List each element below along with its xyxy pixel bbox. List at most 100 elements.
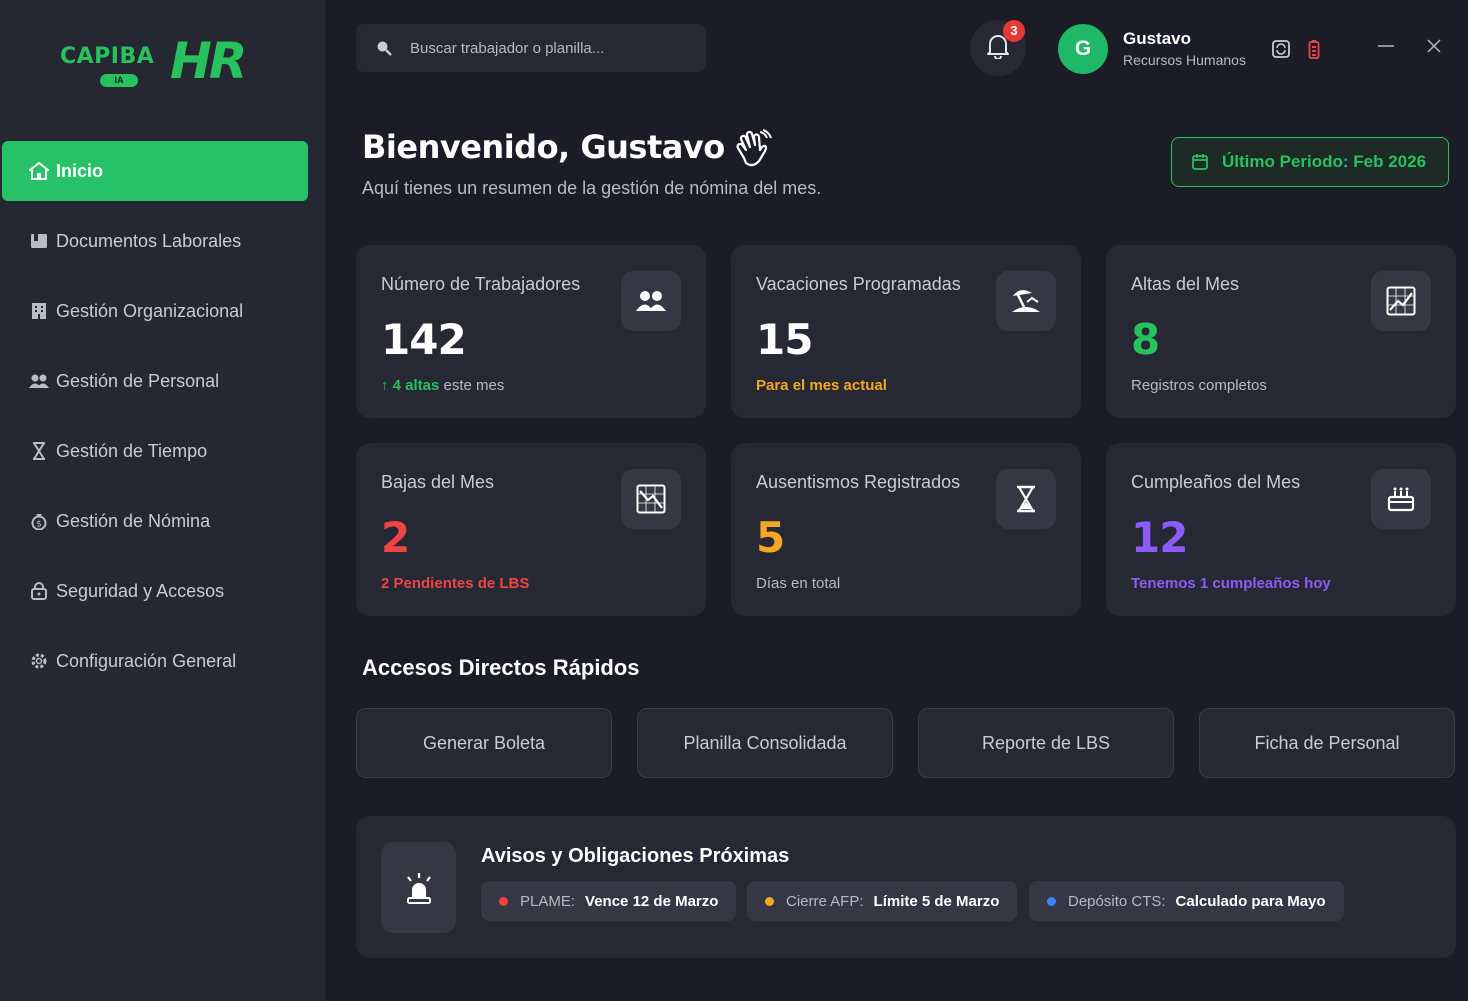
chart-up-icon <box>1371 271 1431 331</box>
card-title: Ausentismos Registrados <box>756 472 961 492</box>
page-subtitle: Aquí tienes un resumen de la gestión de … <box>362 178 822 198</box>
sidebar-item-label: Configuración General <box>56 650 237 671</box>
reporte-lbs-button[interactable]: Reporte de LBS <box>918 708 1174 778</box>
sidebar-item-label: Gestión de Tiempo <box>56 440 208 461</box>
notices-panel: Avisos y Obligaciones Próximas PLAME: Ve… <box>356 816 1456 958</box>
brand-mark: HR <box>170 32 247 90</box>
search-input[interactable] <box>410 39 690 57</box>
page-title: Bienvenido, Gustavo <box>362 128 725 166</box>
card-value: 5 <box>756 513 785 562</box>
card-subtitle: Tenemos 1 cumpleaños hoy <box>1131 575 1331 592</box>
period-button[interactable]: Último Periodo: Feb 2026 <box>1171 137 1449 187</box>
sidebar-item-configuracion[interactable]: Configuración General <box>2 631 308 691</box>
sidebar-item-label: Gestión de Nómina <box>56 510 211 531</box>
generar-boleta-button[interactable]: Generar Boleta <box>356 708 612 778</box>
card-sub-rest: Días en total <box>756 575 841 592</box>
notice-cts: Depósito CTS: Calculado para Mayo <box>1029 881 1344 921</box>
sidebar-item-label: Documentos Laborales <box>56 230 242 251</box>
card-subtitle: Para el mes actual <box>756 377 887 394</box>
sidebar-item-label: Gestión Organizacional <box>56 300 244 321</box>
sidebar-item-documentos[interactable]: Documentos Laborales <box>2 211 308 271</box>
money-bag-icon: $ <box>29 511 49 531</box>
card-value: 12 <box>1131 513 1188 562</box>
card-altas[interactable]: Altas del Mes 8 Registros completos <box>1106 245 1456 418</box>
user-role: Recursos Humanos <box>1123 52 1246 68</box>
alarm-icon <box>381 842 456 933</box>
card-trabajadores[interactable]: Número de Trabajadores 142 ↑ 4 altas est… <box>356 245 706 418</box>
sync-icon[interactable] <box>1270 38 1292 60</box>
card-sub-strong: 2 Pendientes de LBS <box>381 575 530 592</box>
sidebar-item-personal[interactable]: Gestión de Personal <box>2 351 308 411</box>
card-sub-strong: Para el mes actual <box>756 377 887 394</box>
notice-value: Vence 12 de Marzo <box>585 892 719 910</box>
card-bajas[interactable]: Bajas del Mes 2 2 Pendientes de LBS <box>356 443 706 616</box>
user-name: Gustavo <box>1123 29 1192 48</box>
waving-hand-icon <box>732 128 774 170</box>
brand-name: CAPIBA <box>60 44 155 69</box>
notice-value: Límite 5 de Marzo <box>873 892 1000 910</box>
notice-plame: PLAME: Vence 12 de Marzo <box>481 881 737 921</box>
card-subtitle: Registros completos <box>1131 377 1267 394</box>
card-sub-strong: ↑ 4 altas <box>381 377 440 394</box>
notifications-badge: 3 <box>1003 20 1025 42</box>
chart-down-icon <box>621 469 681 529</box>
users-icon <box>621 271 681 331</box>
status-dot <box>1047 896 1056 906</box>
quick-access-title: Accesos Directos Rápidos <box>362 655 640 680</box>
card-value: 2 <box>381 513 410 562</box>
card-sub-rest: Registros completos <box>1131 377 1267 394</box>
notice-label: Depósito CTS: <box>1068 892 1166 910</box>
lock-icon <box>29 581 49 601</box>
close-button[interactable] <box>1422 36 1446 60</box>
sidebar-item-label: Inicio <box>56 160 104 181</box>
search-bar[interactable] <box>356 24 706 72</box>
cake-icon <box>1371 469 1431 529</box>
minimize-button[interactable] <box>1374 36 1398 60</box>
status-dot <box>765 896 774 906</box>
card-vacaciones[interactable]: Vacaciones Programadas 15 Para el mes ac… <box>731 245 1081 418</box>
svg-text:$: $ <box>36 520 42 530</box>
sidebar-item-seguridad[interactable]: Seguridad y Accesos <box>2 561 308 621</box>
sidebar: CAPIBA IA HR Inicio Documentos Laborales… <box>0 0 325 1001</box>
card-ausentismos[interactable]: Ausentismos Registrados 5 Días en total <box>731 443 1081 616</box>
home-icon <box>29 161 49 181</box>
card-title: Cumpleaños del Mes <box>1131 472 1301 492</box>
card-sub-rest: este mes <box>439 377 505 394</box>
document-icon <box>29 231 49 251</box>
sidebar-item-organizacional[interactable]: Gestión Organizacional <box>2 281 308 341</box>
hourglass-icon <box>29 441 49 461</box>
hourglass-icon <box>996 469 1056 529</box>
card-value: 142 <box>381 315 467 364</box>
calendar-icon <box>1192 154 1208 170</box>
notice-afp: Cierre AFP: Límite 5 de Marzo <box>747 881 1018 921</box>
sidebar-item-inicio[interactable]: Inicio <box>2 141 308 201</box>
period-label: Último Periodo: Feb 2026 <box>1222 152 1427 171</box>
card-title: Vacaciones Programadas <box>756 274 961 294</box>
card-subtitle: Días en total <box>756 575 840 592</box>
search-icon <box>376 40 392 56</box>
gear-icon <box>29 651 49 671</box>
battery-icon[interactable] <box>1303 38 1325 60</box>
notices-title: Avisos y Obligaciones Próximas <box>481 845 790 867</box>
sidebar-item-tiempo[interactable]: Gestión de Tiempo <box>2 421 308 481</box>
avatar[interactable]: G <box>1058 24 1108 74</box>
notice-label: PLAME: <box>520 892 576 910</box>
card-value: 8 <box>1131 315 1160 364</box>
sidebar-item-nomina[interactable]: $ Gestión de Nómina <box>2 491 308 551</box>
brand-tag: IA <box>100 74 138 87</box>
notice-label: Cierre AFP: <box>786 892 864 910</box>
sidebar-item-label: Seguridad y Accesos <box>56 580 225 601</box>
status-dot <box>499 896 508 906</box>
card-subtitle: 2 Pendientes de LBS <box>381 575 529 592</box>
card-subtitle: ↑ 4 altas este mes <box>381 377 504 394</box>
sidebar-item-label: Gestión de Personal <box>56 370 220 391</box>
card-title: Bajas del Mes <box>381 472 495 492</box>
card-title: Número de Trabajadores <box>381 274 581 294</box>
card-title: Altas del Mes <box>1131 274 1240 294</box>
building-icon <box>29 301 49 321</box>
ficha-personal-button[interactable]: Ficha de Personal <box>1199 708 1455 778</box>
card-cumpleanos[interactable]: Cumpleaños del Mes 12 Tenemos 1 cumpleañ… <box>1106 443 1456 616</box>
planilla-consolidada-button[interactable]: Planilla Consolidada <box>637 708 893 778</box>
users-icon <box>29 371 49 391</box>
notice-value: Calculado para Mayo <box>1175 892 1326 910</box>
